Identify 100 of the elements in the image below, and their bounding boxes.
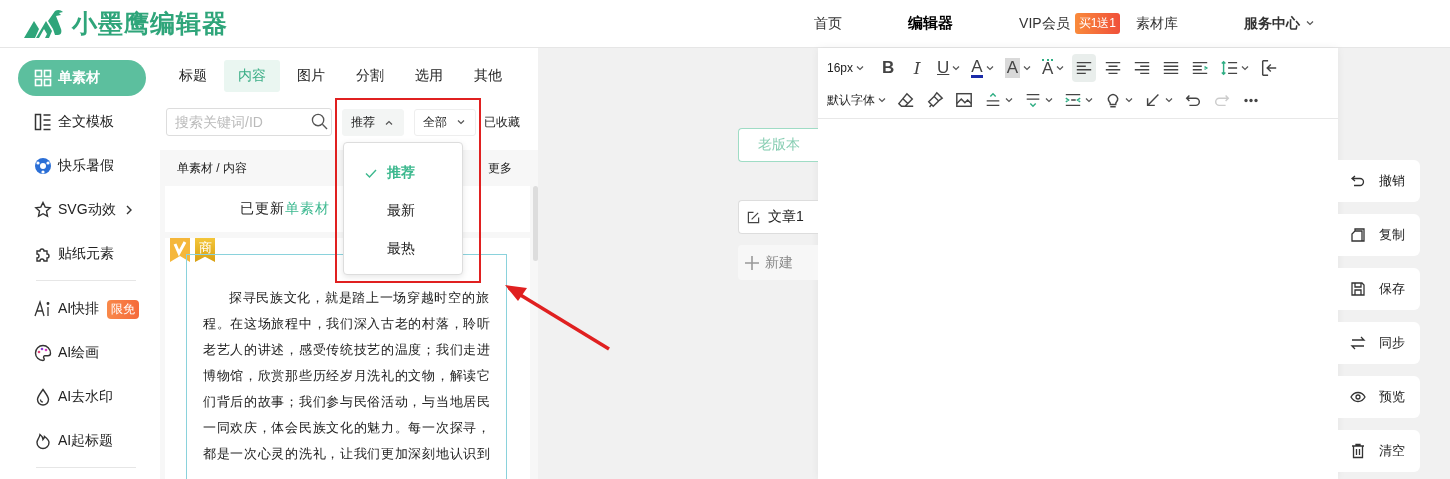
sidebar-item[interactable]: SVG动效 <box>18 192 146 228</box>
caret-icon <box>856 65 865 71</box>
scrollbar-thumb[interactable] <box>533 186 538 261</box>
action-button[interactable]: 清空 <box>1338 430 1420 472</box>
align-left-button[interactable] <box>1072 54 1097 82</box>
line-height-icon <box>1220 59 1239 77</box>
check-icon <box>365 168 377 178</box>
sidebar-item[interactable]: AI起标题 <box>18 423 146 459</box>
sidebar-item[interactable]: AI绘画 <box>18 335 146 371</box>
caret-icon <box>878 97 886 103</box>
nav-link[interactable]: 服务中心 <box>1244 14 1314 33</box>
font-color-button[interactable]: A <box>968 54 997 82</box>
category-tab[interactable]: 图片 <box>283 60 339 92</box>
palette-icon <box>34 344 52 362</box>
italic-button[interactable]: I <box>905 54 930 82</box>
puzzle-icon <box>34 245 52 263</box>
ai-icon <box>34 300 52 318</box>
justify-icon <box>1162 59 1181 77</box>
sidebar-item[interactable]: 全文模板 <box>18 104 146 140</box>
caret-icon <box>1005 97 1013 103</box>
action-button[interactable]: 保存 <box>1338 268 1420 310</box>
caret-icon <box>1085 97 1093 103</box>
soccer-ball-icon <box>34 157 52 175</box>
caret-icon <box>1045 97 1053 103</box>
free-badge: 限免 <box>107 299 140 319</box>
favorites-link[interactable]: 已收藏 <box>484 113 520 131</box>
caret-icon <box>1023 65 1031 71</box>
edit-icon <box>747 210 760 224</box>
category-tab[interactable]: 分割 <box>342 60 398 92</box>
search-icon <box>311 113 328 130</box>
flame-icon <box>34 432 52 450</box>
promo-badge: 买1送1 <box>1074 13 1120 34</box>
action-button[interactable]: 撤销 <box>1338 160 1420 202</box>
update-notice: 已更新单素材 <box>240 200 330 218</box>
brush-icon <box>926 91 944 109</box>
vip-ribbon-icon <box>170 238 190 262</box>
nav-link[interactable]: VIP会员 <box>1019 14 1070 33</box>
plus-icon <box>745 255 759 270</box>
underline-button[interactable]: U <box>934 54 964 82</box>
font-family-select[interactable]: 默认字体 <box>824 86 889 114</box>
caret-icon <box>952 65 961 71</box>
action-button[interactable]: 同步 <box>1338 322 1420 364</box>
arrow-icon <box>1144 91 1162 109</box>
filter-dropdown[interactable]: 全部 <box>414 108 476 136</box>
grid-icon <box>34 69 52 87</box>
caret-icon <box>1165 97 1173 103</box>
nav-link[interactable]: 首页 <box>814 14 843 33</box>
caret-icon <box>1125 97 1133 103</box>
font-size-select[interactable]: 16px <box>824 54 868 82</box>
sidebar-item[interactable]: AI去水印 <box>18 379 146 415</box>
eye-icon <box>1350 389 1366 405</box>
highlight-button[interactable]: A <box>1001 54 1034 82</box>
editor-canvas[interactable]: 16px B I U A A A 默认字体 <box>818 48 1338 479</box>
caret-icon <box>985 65 994 71</box>
sidebar-item[interactable]: AI快排 限免 <box>18 291 146 327</box>
layout-icon <box>34 113 52 131</box>
article-paragraph: 探寻民族文化，就是踏上一场穿越时空的旅程。在这场旅程中，我们深入古老的村落，聆听老艺人的讲述，感受传统技艺的温度；我们走进博物馆，欣赏那些历经岁月洗礼的文物，解读它们背后的故事；我们参与民俗活动，与当地居民一同欢庆，体会民族文化的魅力。每一次探寻，都是一次心灵的洗礼，让我们更加深刻地认识到 <box>203 289 491 463</box>
indent-icon <box>1191 59 1210 77</box>
align-center-icon <box>1104 59 1123 77</box>
sidebar-item[interactable]: 快乐暑假 <box>18 148 146 184</box>
space-after-icon <box>1024 91 1042 109</box>
breadcrumb: 单素材 / 内容 <box>177 159 247 177</box>
image-icon <box>955 91 973 109</box>
caret-icon <box>1056 65 1065 71</box>
swap-arrows-icon <box>1350 335 1366 351</box>
trash-icon <box>1350 443 1366 459</box>
new-document-button[interactable]: 新建 <box>738 245 818 280</box>
caret-icon <box>385 119 393 125</box>
eraser-icon <box>897 91 915 109</box>
category-tab[interactable]: 选用 <box>401 60 457 92</box>
caret-icon <box>1241 65 1250 71</box>
commercial-ribbon: 商 <box>195 238 215 262</box>
caret-icon <box>1306 21 1314 26</box>
caret-icon <box>457 119 465 125</box>
category-tab[interactable]: 其他 <box>460 60 516 92</box>
bold-button[interactable]: B <box>876 54 901 82</box>
nav-link[interactable]: 编辑器 <box>908 14 954 33</box>
copy-icon <box>1350 227 1366 243</box>
align-left-icon <box>1075 59 1094 77</box>
action-button[interactable]: 预览 <box>1338 376 1420 418</box>
search-field[interactable]: 搜索关键词/ID <box>166 108 332 136</box>
chevron-right-icon <box>125 205 132 215</box>
logo-text: 小墨鹰编辑器 <box>72 8 228 39</box>
star-icon <box>34 201 52 219</box>
action-button[interactable]: 复制 <box>1338 214 1420 256</box>
more-icon <box>1243 97 1259 103</box>
undo-icon <box>1350 173 1366 189</box>
drop-icon <box>34 388 52 406</box>
more-link[interactable]: 更多 <box>488 159 512 177</box>
filter-dropdown[interactable]: 推荐 <box>342 108 404 136</box>
letter-spacing-button[interactable]: A <box>1039 54 1068 82</box>
sidebar-item[interactable]: 贴纸元素 <box>18 236 146 272</box>
nav-link[interactable]: 素材库 <box>1136 14 1178 33</box>
menu-item[interactable]: 最新 <box>344 193 462 229</box>
document-tab[interactable]: 文章1 <box>738 200 818 234</box>
text-indent-icon <box>1064 91 1082 109</box>
category-tab[interactable]: 标题 <box>165 60 221 92</box>
exit-icon <box>1260 59 1279 77</box>
align-right-icon <box>1133 59 1152 77</box>
space-before-icon <box>984 91 1002 109</box>
